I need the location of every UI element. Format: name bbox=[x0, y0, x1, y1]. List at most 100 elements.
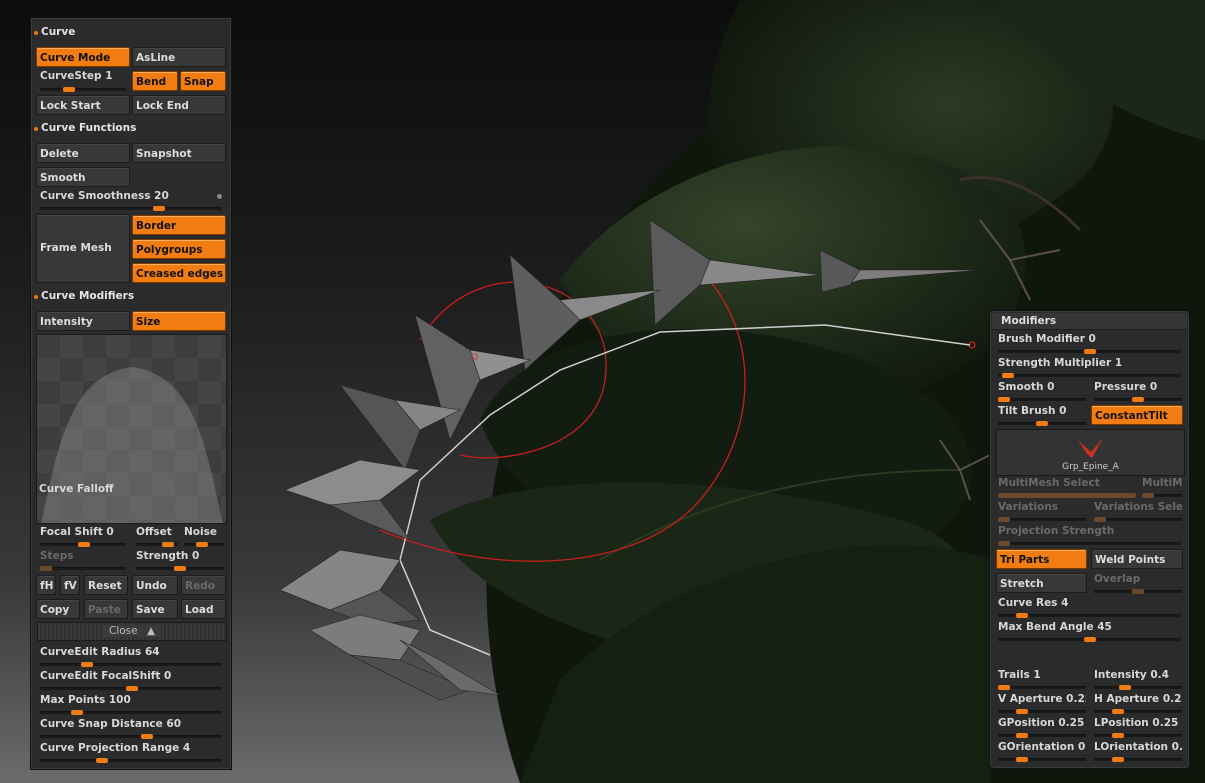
curve-smoothness-label: Curve Smoothness 20 bbox=[40, 190, 169, 202]
curvestep-label: CurveStep 1 bbox=[40, 70, 113, 82]
size-button[interactable]: Size bbox=[132, 311, 226, 331]
v-aperture-label: V Aperture 0.25 bbox=[998, 693, 1086, 705]
projection-strength-label: Projection Strength bbox=[998, 525, 1115, 537]
strength-multiplier-label: Strength Multiplier 1 bbox=[998, 357, 1123, 369]
creased-edges-button[interactable]: Creased edges bbox=[132, 263, 226, 283]
curve-projection-range-slider[interactable] bbox=[40, 758, 222, 763]
multimesh-select-label: MultiMesh Select bbox=[998, 477, 1100, 489]
weld-points-button[interactable]: Weld Points bbox=[1091, 549, 1183, 569]
section-curve-functions-title[interactable]: Curve Functions bbox=[41, 122, 136, 134]
trails-slider[interactable] bbox=[998, 685, 1086, 690]
curve-snap-distance-label: Curve Snap Distance 60 bbox=[40, 718, 182, 730]
curve-falloff-editor[interactable]: Curve Falloff bbox=[36, 334, 227, 524]
section-dot-icon bbox=[34, 295, 38, 299]
intensity-slider[interactable] bbox=[1094, 685, 1182, 690]
close-label: Close bbox=[105, 625, 141, 637]
gorientation-slider[interactable] bbox=[998, 757, 1086, 762]
curveedit-radius-slider[interactable] bbox=[40, 662, 222, 667]
border-button[interactable]: Border bbox=[132, 215, 226, 235]
constant-tilt-button[interactable]: ConstantTilt bbox=[1091, 405, 1183, 425]
noise-slider[interactable] bbox=[184, 542, 224, 547]
section-curve-modifiers-title[interactable]: Curve Modifiers bbox=[41, 290, 134, 302]
strength-slider[interactable] bbox=[136, 566, 224, 571]
gorientation-label: GOrientation 0.2 bbox=[998, 741, 1086, 753]
asline-button[interactable]: AsLine bbox=[132, 47, 226, 67]
undo-button[interactable]: Undo bbox=[132, 575, 178, 595]
reset-button[interactable]: Reset bbox=[84, 575, 128, 595]
close-editor-bar[interactable]: Close ▲ bbox=[37, 622, 227, 641]
pressure-slider[interactable] bbox=[1094, 397, 1182, 402]
modifiers-title: Modifiers bbox=[1001, 315, 1057, 327]
curveedit-radius-label: CurveEdit Radius 64 bbox=[40, 646, 160, 658]
curve-mode-button[interactable]: Curve Mode bbox=[36, 47, 130, 67]
lposition-label: LPosition 0.25 bbox=[1094, 717, 1179, 729]
save-button[interactable]: Save bbox=[132, 599, 178, 619]
multimesh-select-slider[interactable] bbox=[998, 493, 1136, 498]
redo-button[interactable]: Redo bbox=[181, 575, 226, 595]
flip-vertical-button[interactable]: fV bbox=[60, 575, 80, 595]
section-curve-title[interactable]: Curve bbox=[41, 26, 75, 38]
gposition-label: GPosition 0.25 bbox=[998, 717, 1085, 729]
variations-select-slider[interactable] bbox=[1094, 517, 1182, 522]
strength-multiplier-slider[interactable] bbox=[998, 373, 1181, 378]
section-dot-icon bbox=[34, 31, 38, 35]
overlap-slider[interactable] bbox=[1094, 589, 1182, 594]
offset-slider[interactable] bbox=[136, 542, 178, 547]
brush-modifier-label: Brush Modifier 0 bbox=[998, 333, 1096, 345]
curvestep-slider[interactable] bbox=[40, 87, 126, 92]
smooth-label: Smooth 0 bbox=[998, 381, 1055, 393]
steps-label: Steps bbox=[40, 550, 74, 562]
smooth-button[interactable]: Smooth bbox=[36, 167, 130, 187]
projection-strength-slider[interactable] bbox=[998, 541, 1181, 546]
polygroups-button[interactable]: Polygroups bbox=[132, 239, 226, 259]
curve-smoothness-slider[interactable] bbox=[40, 206, 222, 211]
h-aperture-slider[interactable] bbox=[1094, 709, 1182, 714]
bend-button[interactable]: Bend bbox=[132, 71, 178, 91]
lorientation-slider[interactable] bbox=[1094, 757, 1182, 762]
intensity-button[interactable]: Intensity bbox=[36, 311, 130, 331]
load-button[interactable]: Load bbox=[181, 599, 226, 619]
delete-button[interactable]: Delete bbox=[36, 143, 130, 163]
steps-slider[interactable] bbox=[40, 566, 126, 571]
curve-snap-distance-slider[interactable] bbox=[40, 734, 222, 739]
flip-horizontal-button[interactable]: fH bbox=[36, 575, 56, 595]
snap-button[interactable]: Snap bbox=[180, 71, 226, 91]
snapshot-button[interactable]: Snapshot bbox=[132, 143, 226, 163]
lorientation-label: LOrientation 0.2 bbox=[1094, 741, 1182, 753]
gposition-slider[interactable] bbox=[998, 733, 1086, 738]
tilt-brush-slider[interactable] bbox=[998, 421, 1086, 426]
variations-slider[interactable] bbox=[998, 517, 1086, 522]
copy-button[interactable]: Copy bbox=[36, 599, 80, 619]
curveedit-focalshift-slider[interactable] bbox=[40, 686, 222, 691]
stretch-button[interactable]: Stretch bbox=[996, 573, 1087, 593]
offset-label: Offset bbox=[136, 526, 172, 538]
noise-label: Noise bbox=[184, 526, 217, 538]
max-bend-angle-slider[interactable] bbox=[998, 637, 1181, 642]
strength-label: Strength 0 bbox=[136, 550, 200, 562]
curve-palette: Curve Curve Mode AsLine CurveStep 1 Bend… bbox=[30, 17, 232, 770]
lposition-slider[interactable] bbox=[1094, 733, 1182, 738]
max-points-slider[interactable] bbox=[40, 710, 222, 715]
curve-res-slider[interactable] bbox=[998, 613, 1181, 618]
v-aperture-slider[interactable] bbox=[998, 709, 1086, 714]
curve-res-label: Curve Res 4 bbox=[998, 597, 1069, 609]
paste-button[interactable]: Paste bbox=[84, 599, 128, 619]
lock-start-button[interactable]: Lock Start bbox=[36, 95, 130, 115]
curve-projection-range-label: Curve Projection Range 4 bbox=[40, 742, 191, 754]
lock-end-button[interactable]: Lock End bbox=[132, 95, 226, 115]
intensity-label: Intensity 0.4 bbox=[1094, 669, 1169, 681]
smooth-slider[interactable] bbox=[998, 397, 1086, 402]
frame-mesh-button[interactable]: Frame Mesh bbox=[36, 214, 130, 283]
variations-select-label: Variations Selec bbox=[1094, 501, 1182, 513]
brush-modifier-slider[interactable] bbox=[998, 349, 1181, 354]
mesh-thumbnail-slot[interactable]: Grp_Epine_A bbox=[996, 429, 1185, 476]
overlap-label: Overlap bbox=[1094, 573, 1141, 585]
multimesh-short-label: MultiMe bbox=[1142, 477, 1182, 489]
focal-shift-slider[interactable] bbox=[40, 542, 126, 547]
max-bend-angle-label: Max Bend Angle 45 bbox=[998, 621, 1112, 633]
section-dot-icon bbox=[34, 127, 38, 131]
multimesh-short-slider[interactable] bbox=[1142, 493, 1182, 498]
tri-parts-button[interactable]: Tri Parts bbox=[996, 549, 1087, 569]
mesh-name-label: Grp_Epine_A bbox=[1062, 462, 1119, 472]
spike-mesh-thumbnail-icon bbox=[1078, 438, 1103, 458]
